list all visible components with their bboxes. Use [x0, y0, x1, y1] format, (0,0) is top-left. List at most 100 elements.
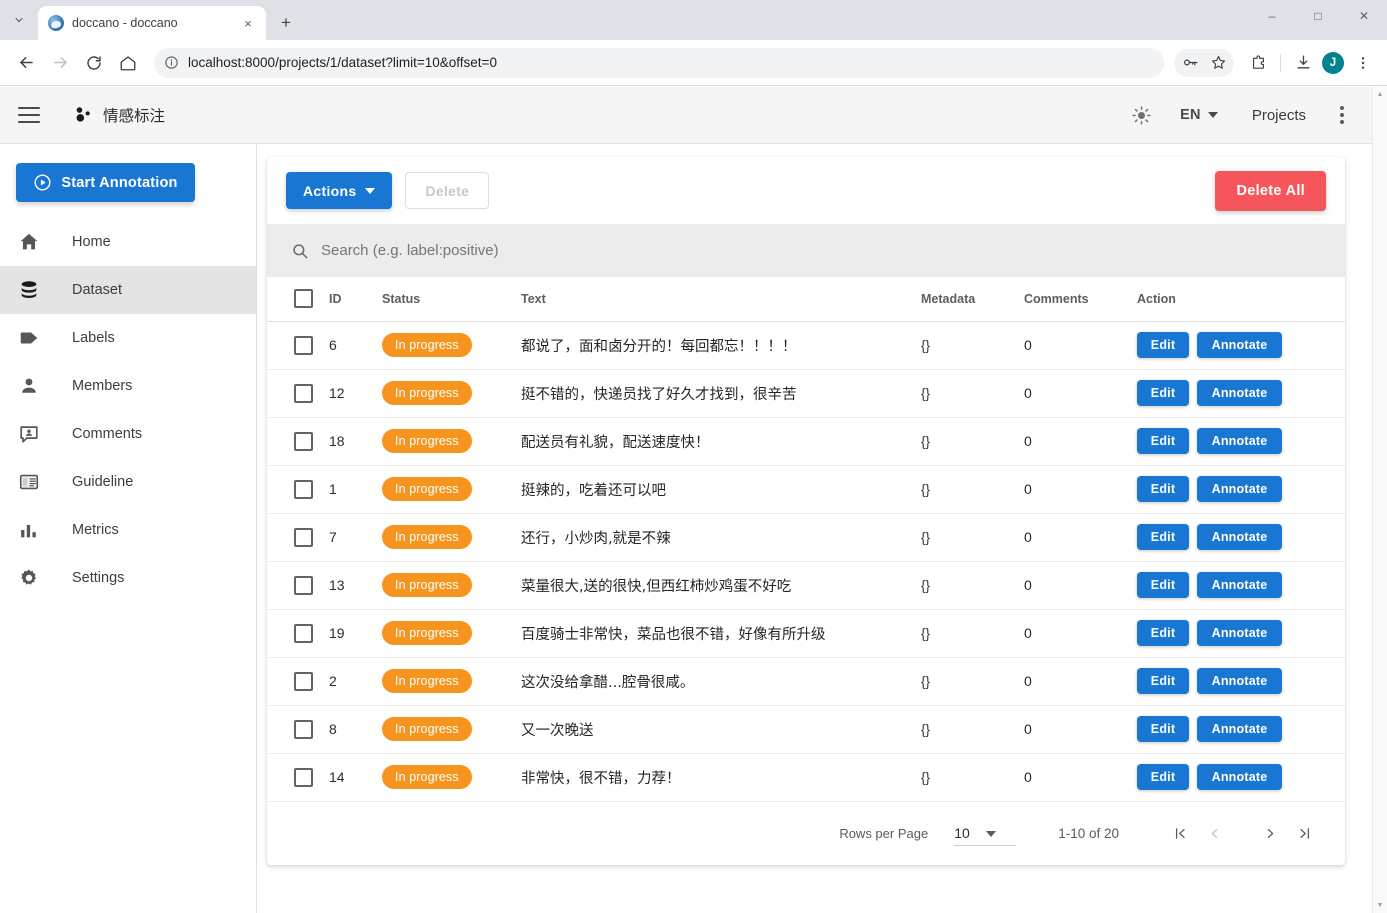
row-checkbox[interactable]	[294, 528, 313, 547]
row-checkbox[interactable]	[294, 768, 313, 787]
comment-icon	[18, 423, 72, 445]
annotate-button[interactable]: Annotate	[1197, 572, 1282, 598]
table-row[interactable]: 19In progress百度骑士非常快，菜品也很不错，好像有所升级{}0Edi…	[267, 609, 1345, 657]
row-checkbox[interactable]	[294, 480, 313, 499]
password-key-icon[interactable]	[1176, 49, 1204, 77]
language-selector[interactable]: EN	[1166, 95, 1232, 135]
vertical-dots-icon[interactable]	[1326, 106, 1358, 124]
last-page-icon[interactable]	[1287, 816, 1321, 850]
table-row[interactable]: 18In progress配送员有礼貌，配送速度快！{}0EditAnnotat…	[267, 417, 1345, 465]
row-actions-cell: Edit Annotate	[1137, 705, 1345, 753]
column-header-comments[interactable]: Comments	[1024, 277, 1137, 321]
hamburger-icon[interactable]	[18, 101, 46, 129]
search-input[interactable]	[321, 242, 1321, 259]
pagination: Rows per Page 10 1-10 of 20	[267, 802, 1345, 865]
sidebar-item-comments[interactable]: Comments	[0, 410, 256, 458]
brand[interactable]: 情感标注	[74, 104, 165, 126]
delete-button[interactable]: Delete	[405, 172, 489, 209]
select-all-checkbox[interactable]	[294, 289, 313, 308]
edit-button[interactable]: Edit	[1137, 572, 1189, 598]
table-row[interactable]: 1In progress挺辣的，吃着还可以吧{}0EditAnnotate	[267, 465, 1345, 513]
edit-button[interactable]: Edit	[1137, 476, 1189, 502]
tab-search-icon[interactable]	[2, 3, 36, 37]
minimize-button[interactable]: –	[1249, 0, 1295, 32]
scroll-up-icon[interactable]: ▲	[1373, 87, 1387, 102]
back-icon[interactable]	[10, 47, 42, 79]
column-header-status[interactable]: Status	[382, 277, 521, 321]
table-row[interactable]: 6In progress都说了，面和卤分开的！每回都忘！！！！{}0EditAn…	[267, 321, 1345, 369]
table-row[interactable]: 2In progress这次没给拿醋...腔骨很咸。{}0EditAnnotat…	[267, 657, 1345, 705]
avatar[interactable]: J	[1319, 49, 1347, 77]
page-scrollbar[interactable]: ▲ ▼	[1372, 87, 1387, 913]
reload-icon[interactable]	[78, 47, 110, 79]
annotate-button[interactable]: Annotate	[1197, 332, 1282, 358]
annotate-button[interactable]: Annotate	[1197, 428, 1282, 454]
close-icon[interactable]: ×	[238, 13, 258, 33]
annotate-button[interactable]: Annotate	[1197, 476, 1282, 502]
column-header-metadata[interactable]: Metadata	[921, 277, 1024, 321]
row-checkbox[interactable]	[294, 432, 313, 451]
extensions-icon[interactable]	[1244, 49, 1272, 77]
row-status-cell: In progress	[382, 561, 521, 609]
row-checkbox[interactable]	[294, 576, 313, 595]
rows-per-page-select[interactable]: 10	[954, 825, 1016, 846]
start-annotation-button[interactable]: Start Annotation	[16, 163, 195, 202]
annotate-button[interactable]: Annotate	[1197, 668, 1282, 694]
browser-menu-icon[interactable]	[1349, 49, 1377, 77]
actions-button[interactable]: Actions	[286, 172, 392, 209]
profile-initial: J	[1322, 52, 1344, 74]
annotate-button[interactable]: Annotate	[1197, 524, 1282, 550]
column-header-text[interactable]: Text	[521, 277, 921, 321]
annotate-button[interactable]: Annotate	[1197, 716, 1282, 742]
sidebar-item-dataset[interactable]: Dataset	[0, 266, 256, 314]
table-header: ID Status Text Metadata Comments Action	[267, 277, 1345, 321]
sidebar-item-labels[interactable]: Labels	[0, 314, 256, 362]
table-row[interactable]: 14In progress非常快，很不错，力荐！{}0EditAnnotate	[267, 753, 1345, 801]
maximize-button[interactable]: □	[1295, 0, 1341, 32]
row-checkbox[interactable]	[294, 720, 313, 739]
table-row[interactable]: 13In progress菜量很大,送的很快,但西红柿炒鸡蛋不好吃{}0Edit…	[267, 561, 1345, 609]
downloads-icon[interactable]	[1289, 49, 1317, 77]
home-icon[interactable]	[112, 47, 144, 79]
bookmark-star-icon[interactable]	[1204, 49, 1232, 77]
scroll-down-icon[interactable]: ▼	[1373, 898, 1387, 913]
edit-button[interactable]: Edit	[1137, 524, 1189, 550]
browser-tab[interactable]: doccano - doccano ×	[38, 6, 266, 40]
annotate-button[interactable]: Annotate	[1197, 620, 1282, 646]
site-info-icon[interactable]	[164, 55, 179, 70]
row-checkbox[interactable]	[294, 384, 313, 403]
status-badge: In progress	[382, 765, 472, 789]
window-close-button[interactable]: ✕	[1341, 0, 1387, 32]
row-checkbox[interactable]	[294, 336, 313, 355]
sidebar-item-members[interactable]: Members	[0, 362, 256, 410]
row-checkbox[interactable]	[294, 672, 313, 691]
projects-link[interactable]: Projects	[1232, 95, 1326, 135]
new-tab-button[interactable]: +	[272, 8, 300, 36]
search-bar[interactable]	[267, 224, 1345, 277]
row-select-cell	[267, 369, 329, 417]
sidebar-item-metrics[interactable]: Metrics	[0, 506, 256, 554]
table-row[interactable]: 12In progress挺不错的，快递员找了好久才找到，很辛苦{}0EditA…	[267, 369, 1345, 417]
row-metadata: {}	[921, 369, 1024, 417]
column-header-id[interactable]: ID	[329, 277, 382, 321]
annotate-button[interactable]: Annotate	[1197, 380, 1282, 406]
sidebar-item-settings[interactable]: Settings	[0, 554, 256, 602]
sidebar-item-guideline[interactable]: Guideline	[0, 458, 256, 506]
edit-button[interactable]: Edit	[1137, 380, 1189, 406]
edit-button[interactable]: Edit	[1137, 428, 1189, 454]
address-bar[interactable]: localhost:8000/projects/1/dataset?limit=…	[154, 48, 1164, 78]
row-checkbox[interactable]	[294, 624, 313, 643]
annotate-button[interactable]: Annotate	[1197, 764, 1282, 790]
first-page-icon[interactable]	[1163, 816, 1197, 850]
edit-button[interactable]: Edit	[1137, 332, 1189, 358]
sidebar-item-home[interactable]: Home	[0, 218, 256, 266]
edit-button[interactable]: Edit	[1137, 764, 1189, 790]
table-row[interactable]: 8In progress又一次晚送{}0EditAnnotate	[267, 705, 1345, 753]
edit-button[interactable]: Edit	[1137, 620, 1189, 646]
edit-button[interactable]: Edit	[1137, 716, 1189, 742]
next-page-icon[interactable]	[1253, 816, 1287, 850]
edit-button[interactable]: Edit	[1137, 668, 1189, 694]
table-row[interactable]: 7In progress还行，小炒肉,就是不辣{}0EditAnnotate	[267, 513, 1345, 561]
delete-all-button[interactable]: Delete All	[1215, 171, 1326, 211]
sun-icon[interactable]	[1117, 95, 1166, 135]
